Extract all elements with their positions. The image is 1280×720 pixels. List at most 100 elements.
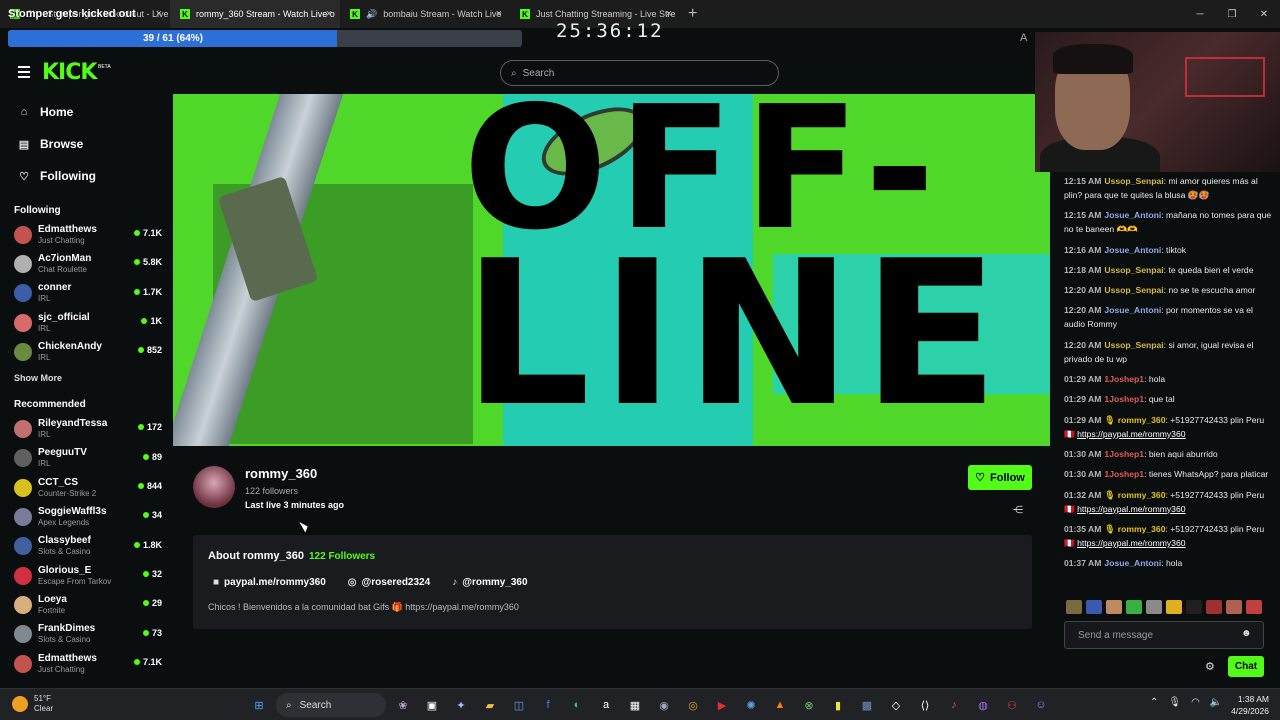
emote-icon[interactable]: [1126, 600, 1142, 614]
emote-icon[interactable]: [1086, 600, 1102, 614]
weather-widget[interactable]: 51°F Clear: [12, 694, 53, 714]
sidebar-channel[interactable]: ChickenAndy IRL 852: [0, 337, 170, 366]
chat-send-button[interactable]: Chat: [1228, 656, 1264, 677]
widgets-icon[interactable]: ❀: [391, 693, 415, 717]
edge-icon[interactable]: ◐: [565, 693, 589, 717]
emoji-icon[interactable]: ☻: [1241, 628, 1252, 639]
app-icon[interactable]: ◇: [884, 693, 908, 717]
chat-link[interactable]: https://paypal.me/rommy360: [1077, 538, 1185, 548]
sidebar-channel[interactable]: Glorious_E Escape From Tarkov 32: [0, 561, 170, 590]
sidebar-channel[interactable]: Edmatthews Just Chatting 7.1K: [0, 649, 170, 678]
instagram-link[interactable]: ◎ @rosered2324: [348, 577, 430, 588]
paypal-link[interactable]: ■ paypal.me/rommy360: [213, 577, 326, 588]
tiktok-icon[interactable]: ♪: [942, 693, 966, 717]
chat-username[interactable]: 1Joshep1: [1104, 449, 1144, 459]
chat-link[interactable]: https://paypal.me/rommy360: [1077, 429, 1185, 439]
app-icon[interactable]: ✺: [739, 693, 763, 717]
emote-icon[interactable]: [1146, 600, 1162, 614]
emote-icon[interactable]: [1166, 600, 1182, 614]
youtube-icon[interactable]: ▶: [710, 693, 734, 717]
speaker-icon[interactable]: 🔊: [366, 9, 377, 20]
chat-link[interactable]: https://paypal.me/rommy360: [1077, 504, 1185, 514]
sidebar-channel[interactable]: Classybeef Slots & Casino 1.8K: [0, 532, 170, 561]
sidebar-channel[interactable]: RileyandTessa IRL 172: [0, 414, 170, 443]
browser-tab-active[interactable]: K rommy_360 Stream - Watch Live o ×: [170, 0, 340, 28]
sidebar-channel[interactable]: CCT_CS Counter-Strike 2 844: [0, 473, 170, 502]
chat-username[interactable]: 🎙 rommy_360: [1104, 415, 1165, 425]
channel-avatar[interactable]: [193, 466, 235, 508]
close-tab-icon[interactable]: ×: [156, 8, 162, 20]
close-tab-icon[interactable]: ×: [666, 8, 672, 20]
sidebar-channel[interactable]: PeeguuTV IRL 89: [0, 444, 170, 473]
app-icon[interactable]: ▩: [855, 693, 879, 717]
sidebar-channel[interactable]: FrankDimes Slots & Casino 73: [0, 620, 170, 649]
share-icon[interactable]: ⋲: [1013, 505, 1023, 516]
show-more-button[interactable]: Show More: [0, 370, 170, 386]
emote-icon[interactable]: [1066, 600, 1082, 614]
notes-icon[interactable]: ▮: [826, 693, 850, 717]
close-tab-icon[interactable]: ×: [326, 8, 332, 20]
tiktok-link[interactable]: ♪ @rommy_360: [452, 577, 527, 588]
chat-username[interactable]: 🎙 rommy_360: [1104, 490, 1165, 500]
chat-username[interactable]: Ussop_Senpai: [1104, 340, 1163, 350]
emote-icon[interactable]: [1106, 600, 1122, 614]
nav-following[interactable]: ♡ Following: [0, 160, 170, 192]
emote-icon[interactable]: [1226, 600, 1242, 614]
chat-username[interactable]: 🎙 rommy_360: [1104, 524, 1165, 534]
chat-username[interactable]: 1Joshep1: [1104, 469, 1144, 479]
reader-mode-icon[interactable]: A: [1020, 32, 1027, 44]
capcut-icon[interactable]: ⟨⟩: [913, 693, 937, 717]
windows-start-icon[interactable]: ⊞: [247, 693, 271, 717]
close-tab-icon[interactable]: ×: [496, 8, 502, 20]
sidebar-channel[interactable]: sjc_official IRL 1K: [0, 308, 170, 337]
chat-username[interactable]: Josue_Antoni: [1104, 558, 1161, 568]
browser-tab[interactable]: K 🔊 bombaiu Stream - Watch Live ×: [340, 0, 510, 28]
new-tab-button[interactable]: +: [680, 5, 705, 23]
facebook-icon[interactable]: f: [536, 693, 560, 717]
sidebar-channel[interactable]: conner IRL 1.7K: [0, 279, 170, 308]
amazon-icon[interactable]: a: [594, 693, 618, 717]
chat-username[interactable]: Ussop_Senpai: [1104, 265, 1163, 275]
calculator-icon[interactable]: ▦: [623, 693, 647, 717]
chat-username[interactable]: Ussop_Senpai: [1104, 176, 1163, 186]
minimize-icon[interactable]: ─: [1184, 0, 1216, 28]
app-icon[interactable]: ⚇: [1000, 693, 1024, 717]
chat-message-input[interactable]: Send a message: [1064, 621, 1264, 649]
nav-home[interactable]: ⌂ Home: [0, 96, 170, 128]
emote-icon[interactable]: [1186, 600, 1202, 614]
task-view-icon[interactable]: ▣: [420, 693, 444, 717]
chat-username[interactable]: 1Joshep1: [1104, 374, 1144, 384]
search-input[interactable]: ⌕ Search: [500, 60, 779, 86]
gear-icon[interactable]: ⚙: [1205, 660, 1215, 673]
chat-username[interactable]: 1Joshep1: [1104, 394, 1144, 404]
volume-icon[interactable]: 🔈: [1210, 697, 1222, 708]
taskbar-search[interactable]: ⌕ Search: [276, 693, 386, 717]
chat-username[interactable]: Josue_Antoni: [1104, 210, 1161, 220]
copilot-icon[interactable]: ✦: [449, 693, 473, 717]
sidebar-channel[interactable]: Loeya Fortnite 29: [0, 590, 170, 619]
close-window-icon[interactable]: ✕: [1248, 0, 1280, 28]
kick-logo[interactable]: KICK: [42, 60, 97, 85]
file-explorer-icon[interactable]: ▰: [478, 693, 502, 717]
emote-icon[interactable]: [1246, 600, 1262, 614]
channel-name[interactable]: rommy_360: [245, 466, 317, 481]
sidebar-channel[interactable]: SoggieWaffl3s Apex Legends 34: [0, 502, 170, 531]
chat-username[interactable]: Josue_Antoni: [1104, 245, 1161, 255]
nav-browse[interactable]: ▤ Browse: [0, 128, 170, 160]
microphone-icon[interactable]: 🎙: [1168, 697, 1181, 708]
chat-username[interactable]: Josue_Antoni: [1104, 305, 1161, 315]
chevron-up-icon[interactable]: ⌃: [1150, 697, 1158, 708]
discord-icon[interactable]: ☺: [1029, 693, 1053, 717]
system-clock[interactable]: 1:38 AM 4/29/2026: [1225, 693, 1269, 717]
sidebar-channel[interactable]: Edmatthews Just Chatting 7.1K: [0, 220, 170, 249]
xbox-icon[interactable]: ⊗: [797, 693, 821, 717]
menu-icon[interactable]: [18, 66, 30, 81]
steam-icon[interactable]: ◉: [652, 693, 676, 717]
emote-icon[interactable]: [1206, 600, 1222, 614]
chat-username[interactable]: Ussop_Senpai: [1104, 285, 1163, 295]
wifi-icon[interactable]: ◠: [1191, 697, 1200, 708]
illustrator-icon[interactable]: ▲: [768, 693, 792, 717]
maximize-icon[interactable]: ❐: [1216, 0, 1248, 28]
follow-button[interactable]: ♡ Follow: [968, 465, 1032, 490]
obs-icon[interactable]: ◍: [971, 693, 995, 717]
